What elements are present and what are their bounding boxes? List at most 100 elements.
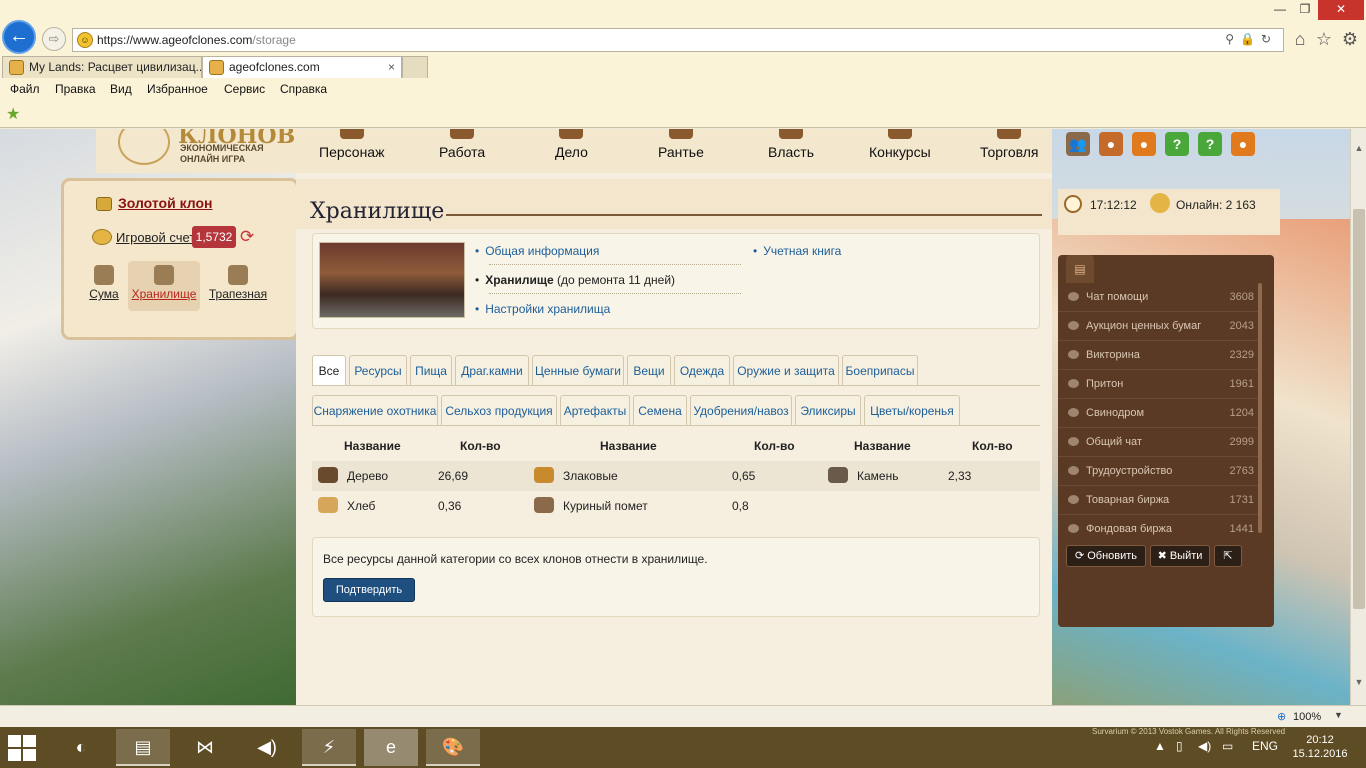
nav-contests[interactable]: Конкурсы xyxy=(869,129,931,160)
tab-hunter-gear[interactable]: Снаряжение охотника xyxy=(312,395,438,425)
pumpkin-icon[interactable]: ● xyxy=(1132,132,1156,156)
close-window-button[interactable]: ✕ xyxy=(1318,0,1364,20)
popout-chat-button[interactable]: ⇱ xyxy=(1214,545,1242,567)
tray-network-icon[interactable]: ▭ xyxy=(1222,739,1233,753)
menu-help[interactable]: Справка xyxy=(280,82,327,96)
tab-fertilizers[interactable]: Удобрения/навоз xyxy=(690,395,792,425)
menu-tools[interactable]: Сервис xyxy=(224,82,265,96)
taskbar-app-vs[interactable]: ⋈ xyxy=(178,729,232,766)
chevron-down-icon[interactable]: ▼ xyxy=(1334,710,1343,720)
link-general-info[interactable]: • Общая информация xyxy=(475,244,599,258)
home-icon[interactable]: ⌂ xyxy=(1289,28,1311,50)
taskbar-app-paint[interactable]: 🎨 xyxy=(426,729,480,766)
logout-button[interactable]: ✖ Выйти xyxy=(1150,545,1210,567)
chat-name: Товарная биржа xyxy=(1086,494,1170,506)
tray-language[interactable]: ENG xyxy=(1252,739,1278,753)
address-bar[interactable]: ☺ https://www.ageofclones.com/storage ⚲🔒… xyxy=(72,28,1284,52)
nav-work[interactable]: Работа xyxy=(439,129,485,160)
scroll-up-icon[interactable]: ▲ xyxy=(1353,143,1365,157)
chat-item-general[interactable]: Общий чат 2999 xyxy=(1058,428,1258,457)
scroll-down-icon[interactable]: ▼ xyxy=(1353,677,1365,691)
tab-ageofclones[interactable]: ageofclones.com × xyxy=(202,56,402,78)
nav-character[interactable]: Персонаж xyxy=(319,129,384,160)
tab-seeds[interactable]: Семена xyxy=(633,395,687,425)
help-icon[interactable]: ? xyxy=(1165,132,1189,156)
navigation-row: — ❐ ✕ ← ⇨ ☺ https://www.ageofclones.com/… xyxy=(0,0,1366,56)
forward-button[interactable]: ⇨ xyxy=(42,27,66,51)
tab-food[interactable]: Пища xyxy=(410,355,452,385)
tray-power-icon[interactable]: ▯ xyxy=(1176,739,1183,753)
nav-trade[interactable]: Торговля xyxy=(980,129,1038,160)
tab-things[interactable]: Вещи xyxy=(627,355,671,385)
search-icon[interactable]: ⚲ xyxy=(1225,32,1240,46)
minimize-button[interactable]: — xyxy=(1266,0,1294,20)
gear-icon[interactable]: ⚙ xyxy=(1339,28,1361,50)
tray-chevron-icon[interactable]: ▲ xyxy=(1154,739,1166,753)
quest-icon[interactable]: ? xyxy=(1198,132,1222,156)
page-scrollbar[interactable]: ▲ ▼ xyxy=(1350,129,1366,705)
tab-clothes[interactable]: Одежда xyxy=(674,355,730,385)
clones-icon[interactable]: 👥 xyxy=(1066,132,1090,156)
chat-item-stock-exchange[interactable]: Фондовая биржа 1441 xyxy=(1058,515,1258,541)
chat-list-icon[interactable]: ▤ xyxy=(1066,255,1094,283)
new-tab-button[interactable] xyxy=(402,56,428,78)
add-favorite-icon[interactable]: ★ xyxy=(6,104,20,124)
chat-item-quiz[interactable]: Викторина 2329 xyxy=(1058,341,1258,370)
game-account-link[interactable]: Игровой счет xyxy=(116,230,195,245)
tab-ammo[interactable]: Боеприпасы xyxy=(842,355,918,385)
close-tab-icon[interactable]: × xyxy=(388,60,395,74)
menu-edit[interactable]: Правка xyxy=(55,82,96,96)
tab-gems[interactable]: Драг.камни xyxy=(455,355,529,385)
game-logo[interactable]: КЛОНОВ ЭКОНОМИЧЕСКАЯ ОНЛАЙН ИГРА xyxy=(100,129,295,171)
tab-securities[interactable]: Ценные бумаги xyxy=(532,355,624,385)
refresh-chat-button[interactable]: ⟳ Обновить xyxy=(1066,545,1146,567)
tab-flowers-roots[interactable]: Цветы/коренья xyxy=(864,395,960,425)
menu-favorites[interactable]: Избранное xyxy=(147,82,208,96)
tab-all[interactable]: Все xyxy=(312,355,346,385)
chat-item-help[interactable]: Чат помощи 3608 xyxy=(1058,283,1258,312)
menu-file[interactable]: Файл xyxy=(10,82,40,96)
taskbar-app-ie[interactable]: e xyxy=(364,729,418,766)
tab-my-lands[interactable]: My Lands: Расцвет цивилизац... xyxy=(2,56,202,78)
chat-scrollbar[interactable] xyxy=(1258,283,1262,533)
tray-volume-icon[interactable]: ◀) xyxy=(1198,739,1211,753)
start-button[interactable] xyxy=(8,735,38,761)
taskbar-app-explorer[interactable]: ▤ xyxy=(116,729,170,766)
chat-item-den[interactable]: Притон 1961 xyxy=(1058,370,1258,399)
nav-power[interactable]: Власть xyxy=(768,129,814,160)
link-storage-settings[interactable]: • Настройки хранилища xyxy=(475,302,610,316)
confirm-button[interactable]: Подтвердить xyxy=(323,578,415,602)
chat-item-securities-auction[interactable]: Аукцион ценных бумаг 2043 xyxy=(1058,312,1258,341)
scroll-thumb[interactable] xyxy=(1353,209,1365,609)
taskbar-clock[interactable]: 20:12 15.12.2016 xyxy=(1292,733,1348,761)
taskbar-app-audio[interactable]: ◀) xyxy=(240,729,294,766)
event-icon[interactable]: ● xyxy=(1231,132,1255,156)
taskbar-app-winamp[interactable]: ⚡ xyxy=(302,729,356,766)
maximize-button[interactable]: ❐ xyxy=(1294,0,1316,20)
chat-item-pig-race[interactable]: Свинодром 1204 xyxy=(1058,399,1258,428)
menu-view[interactable]: Вид xyxy=(110,82,132,96)
sidebar-item-storage[interactable]: Хранилище xyxy=(128,261,200,311)
lock-icon[interactable]: 🔒 xyxy=(1240,32,1261,46)
chat-item-employment[interactable]: Трудоустройство 2763 xyxy=(1058,457,1258,486)
chat-item-commodity-exchange[interactable]: Товарная биржа 1731 xyxy=(1058,486,1258,515)
favorites-star-icon[interactable]: ☆ xyxy=(1313,28,1335,50)
nav-business[interactable]: Дело xyxy=(555,129,588,160)
gold-clone-link[interactable]: Золотой клон xyxy=(118,195,213,211)
zoom-icon[interactable]: ⊕ xyxy=(1277,710,1286,723)
tab-weapons[interactable]: Оружие и защита xyxy=(733,355,839,385)
zoom-level[interactable]: 100% xyxy=(1293,711,1321,723)
sidebar-item-dining[interactable]: Трапезная xyxy=(202,261,274,311)
character-icon xyxy=(339,129,364,139)
food-icon[interactable]: ● xyxy=(1099,132,1123,156)
tab-agri-products[interactable]: Сельхоз продукция xyxy=(441,395,557,425)
nav-rentier[interactable]: Рантье xyxy=(658,129,704,160)
link-ledger[interactable]: • Учетная книга xyxy=(753,244,841,258)
tab-elixirs[interactable]: Эликсиры xyxy=(795,395,861,425)
taskbar-app-browser-c[interactable]: ◐ xyxy=(54,729,108,766)
back-button[interactable]: ← xyxy=(2,20,36,54)
refresh-icon[interactable]: ↻ xyxy=(1261,32,1277,46)
tab-resources[interactable]: Ресурсы xyxy=(349,355,407,385)
tab-artifacts[interactable]: Артефакты xyxy=(560,395,630,425)
refresh-balance-icon[interactable]: ⟳ xyxy=(240,227,254,247)
